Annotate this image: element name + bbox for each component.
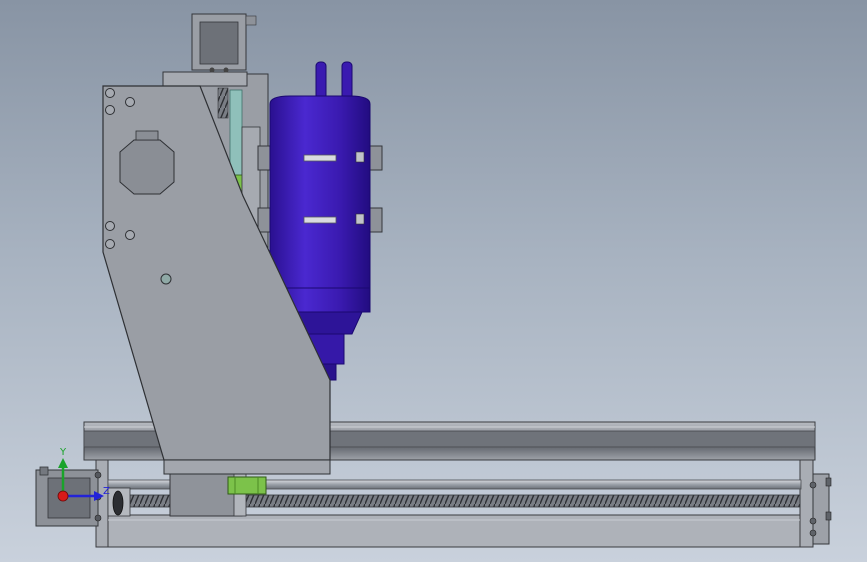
x-axis-dot	[57, 490, 69, 502]
motor-mount-cutout	[119, 139, 175, 195]
cad-viewport[interactable]: Y Z	[0, 0, 867, 562]
z-lead-screw	[217, 87, 229, 119]
linear-bearing-block	[227, 476, 267, 495]
y-axis-label: Y	[59, 447, 67, 458]
z-axis-label: Z	[103, 486, 110, 497]
right-end-bracket[interactable]	[809, 473, 832, 545]
cnc-machine-assembly[interactable]: Y Z	[0, 0, 867, 562]
z-stepper-motor[interactable]	[162, 13, 257, 87]
